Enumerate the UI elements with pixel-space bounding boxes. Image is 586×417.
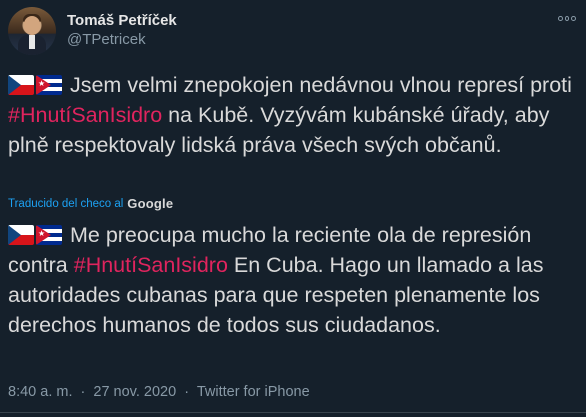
divider <box>0 412 586 413</box>
tweet-time[interactable]: 8:40 a. m. <box>8 384 72 400</box>
tweet-text-original: Jsem velmi znepokojen nedávnou vlnou rep… <box>8 70 578 160</box>
tweet-text-translated: Me preocupa mucho la reciente ola de rep… <box>8 220 578 340</box>
tweet-source[interactable]: Twitter for iPhone <box>197 384 310 400</box>
author-handle[interactable]: @TPetricek <box>67 31 146 48</box>
avatar-shirt <box>29 35 35 49</box>
czech-flag-icon <box>8 225 34 245</box>
google-logo: Google <box>127 196 174 211</box>
hashtag-link[interactable]: #HnutíSanIsidro <box>8 103 162 127</box>
more-dot <box>558 15 563 21</box>
cuba-flag-icon <box>36 75 62 95</box>
translation-label: Traducido del checo al <box>8 197 124 210</box>
more-dot <box>571 15 577 21</box>
avatar[interactable] <box>8 7 56 55</box>
tweet-date[interactable]: 27 nov. 2020 <box>93 384 176 400</box>
meta-separator: · <box>184 384 190 400</box>
more-options-icon[interactable] <box>558 12 577 24</box>
avatar-head <box>24 16 40 35</box>
tweet-meta: 8:40 a. m. · 27 nov. 2020 · Twitter for … <box>8 384 314 400</box>
meta-separator: · <box>80 384 86 400</box>
original-text-before: Jsem velmi znepokojen nedávnou vlnou rep… <box>64 73 572 97</box>
hashtag-link[interactable]: #HnutíSanIsidro <box>74 253 228 277</box>
cuba-flag-icon <box>36 225 62 245</box>
author-name[interactable]: Tomáš Petříček <box>67 12 177 29</box>
more-dot <box>564 15 570 21</box>
czech-flag-icon <box>8 75 34 95</box>
translation-attribution: Traducido del checo al Google <box>8 196 173 211</box>
